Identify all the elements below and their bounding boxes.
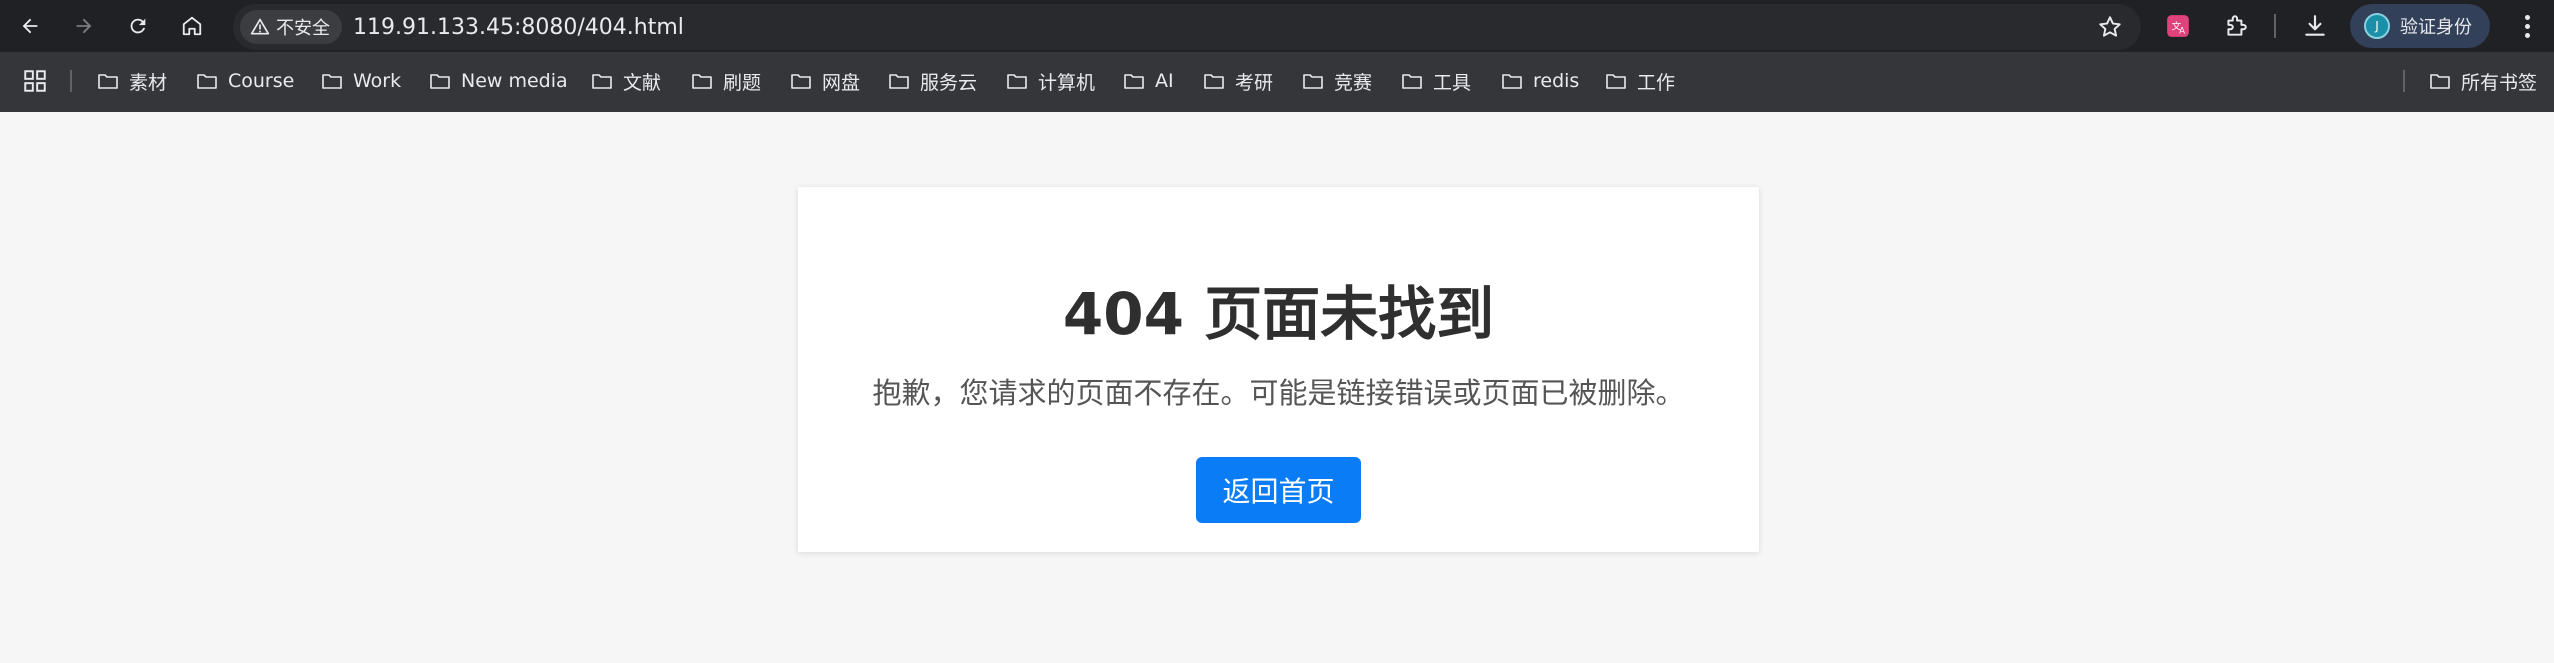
page-title: 404 页面未找到 [1062,280,1495,348]
bookmark-label: 刷题 [723,71,762,94]
reload-icon [130,18,146,34]
all-bookmarks-button[interactable]: 所有书签 [2428,64,2537,98]
folder-icon [692,74,712,89]
bookmark-folder[interactable]: 工作 [1604,64,1675,98]
arrow-left-icon [22,18,38,34]
bookmark-folder[interactable]: 考研 [1202,64,1273,98]
bookmark-label: 素材 [129,71,168,94]
folder-icon [98,74,118,89]
home-nav-button[interactable] [174,8,210,44]
bookmark-folder[interactable]: AI [1122,64,1174,98]
folder-icon [1124,74,1144,89]
back-button[interactable] [12,8,48,44]
translate-extension-button[interactable]: 文A [2160,8,2196,44]
security-indicator[interactable]: 不安全 [240,10,342,44]
folder-icon [1204,74,1224,89]
bookmark-label: Course [228,70,295,92]
bookmarks-divider [2403,70,2405,92]
return-home-button[interactable]: 返回首页 [1196,457,1361,523]
bookmark-folder[interactable]: 网盘 [789,64,860,98]
bookmark-folder[interactable]: 服务云 [887,64,977,98]
downloads-button[interactable] [2297,8,2333,44]
bookmark-star-icon[interactable] [2097,14,2123,40]
folder-icon [430,74,450,89]
folder-icon [1303,74,1323,89]
folder-icon [791,74,811,89]
bookmark-label: 考研 [1235,71,1274,94]
folder-icon [592,74,612,89]
menu-dot-icon [2524,32,2530,38]
folder-icon [197,74,217,89]
bookmark-folder[interactable]: 竞赛 [1301,64,1372,98]
folder-icon [1502,74,1522,89]
bookmark-folder[interactable]: New media [428,64,568,98]
browser-menu-button[interactable] [2512,10,2542,42]
folder-icon [2430,74,2450,89]
arrow-right-icon [76,18,92,34]
bookmark-label: 计算机 [1038,71,1096,94]
bookmark-label: New media [461,70,568,92]
bookmark-folder[interactable]: redis [1500,64,1579,98]
bookmark-label: 竞赛 [1334,71,1373,94]
bookmark-label: 网盘 [822,71,861,94]
menu-dot-icon [2524,14,2530,20]
bookmark-folder[interactable]: 工具 [1400,64,1471,98]
warning-icon [250,18,270,35]
extensions-button[interactable] [2218,8,2254,44]
error-message: 抱歉，您请求的页面不存在。可能是链接错误或页面已被删除。 [872,376,1685,410]
bookmark-folder[interactable]: 素材 [96,64,167,98]
toolbar-divider [2274,14,2276,38]
error-card: 404 页面未找到 抱歉，您请求的页面不存在。可能是链接错误或页面已被删除。 返… [798,187,1759,552]
translate-icon: 文A [2167,15,2189,37]
folder-icon [322,74,342,89]
folder-icon [889,74,909,89]
bookmark-label: 工具 [1433,71,1472,94]
folder-icon [1606,74,1626,89]
bookmarks-bar: 素材 Course Work New media 文献 刷题 网盘 服务云 计算… [0,60,2554,102]
bookmark-folder[interactable]: 计算机 [1005,64,1095,98]
profile-button[interactable]: J 验证身份 [2350,4,2490,48]
download-icon [2305,15,2325,36]
url-text[interactable]: 119.91.133.45:8080/404.html [353,15,684,40]
menu-dot-icon [2524,23,2530,29]
bookmark-label: Work [353,70,402,92]
reload-button[interactable] [120,8,156,44]
bookmark-folder[interactable]: Course [195,64,294,98]
bookmark-folder[interactable]: 文献 [590,64,661,98]
avatar: J [2364,13,2390,39]
page-content: 404 页面未找到 抱歉，您请求的页面不存在。可能是链接错误或页面已被删除。 返… [0,112,2554,663]
forward-button[interactable] [66,8,102,44]
folder-icon [1007,74,1027,89]
folder-icon [1402,74,1422,89]
bookmark-label: 服务云 [920,71,978,94]
bookmark-label: AI [1155,70,1174,92]
browser-toolbar: 不安全 119.91.133.45:8080/404.html 文A J 验证身… [0,0,2554,52]
home-icon [182,16,202,36]
bookmark-folder[interactable]: Work [320,64,401,98]
puzzle-icon [2227,15,2247,36]
svg-text:A: A [2179,27,2185,37]
address-bar[interactable]: 不安全 119.91.133.45:8080/404.html [233,4,2141,50]
bookmark-label: 文献 [623,71,662,94]
browser-chrome: 不安全 119.91.133.45:8080/404.html 文A J 验证身… [0,0,2554,112]
bookmark-label: redis [1533,70,1580,92]
all-bookmarks-label: 所有书签 [2461,71,2538,94]
security-label: 不安全 [276,18,330,39]
profile-label: 验证身份 [2400,17,2472,38]
bookmark-label: 工作 [1637,71,1676,94]
bookmarks-divider [70,70,72,92]
bookmark-folder[interactable]: 刷题 [690,64,761,98]
apps-grid-icon[interactable] [22,68,48,94]
